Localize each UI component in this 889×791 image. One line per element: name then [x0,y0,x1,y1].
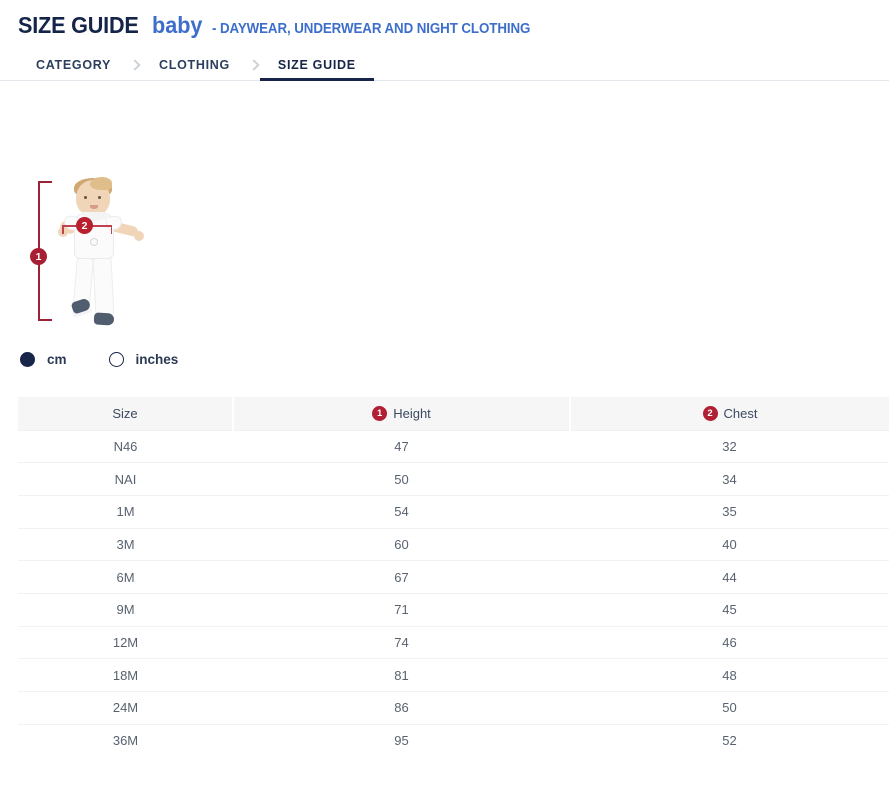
cell-height: 86 [233,692,570,725]
cell-chest: 46 [570,626,889,659]
column-header-chest: 2 Chest [570,397,889,430]
badge-2-icon: 2 [703,406,718,421]
cell-size: NAI [18,463,233,496]
breadcrumb: CATEGORY CLOTHING SIZE GUIDE [0,50,889,81]
measurement-figure-area: 1 2 [0,176,889,346]
cell-height: 74 [233,626,570,659]
cell-chest: 44 [570,561,889,594]
cell-chest: 35 [570,495,889,528]
cell-height: 50 [233,463,570,496]
cell-size: 18M [18,659,233,692]
breadcrumb-item-category[interactable]: CATEGORY [18,50,129,80]
column-header-label: Size [112,406,137,421]
baby-hand-right [134,231,144,241]
cell-size: 12M [18,626,233,659]
table-row: 24M 86 50 [18,692,889,725]
table-row: 1M 54 35 [18,495,889,528]
cell-chest: 40 [570,528,889,561]
chest-measure-tick-left [62,225,64,234]
cell-height: 67 [233,561,570,594]
table-header-row: Size 1 Height 2 Chest [18,397,889,430]
measurement-figure: 1 2 [18,176,178,344]
badge-1-icon: 1 [372,406,387,421]
baby-mouth [90,205,98,209]
baby-eye-right [98,196,101,199]
baby-eye-left [84,196,87,199]
cell-chest: 32 [570,430,889,463]
cell-chest: 50 [570,692,889,725]
size-guide-table: Size 1 Height 2 Chest N46 47 32 [18,397,889,757]
unit-option-inches[interactable]: inches [109,352,179,367]
breadcrumb-item-clothing[interactable]: CLOTHING [141,50,248,80]
page-title-description: - DAYWEAR, UNDERWEAR AND NIGHT CLOTHING [212,22,530,37]
table-row: 12M 74 46 [18,626,889,659]
page-title-brand: baby [152,14,202,37]
unit-option-cm[interactable]: cm [20,352,67,367]
page-title: SIZE GUIDE baby - DAYWEAR, UNDERWEAR AND… [18,14,889,37]
page-title-main: SIZE GUIDE [18,14,139,37]
page-header: SIZE GUIDE baby - DAYWEAR, UNDERWEAR AND… [0,0,889,37]
cell-height: 60 [233,528,570,561]
cell-chest: 45 [570,593,889,626]
baby-hair-highlight [90,177,112,190]
cell-size: 24M [18,692,233,725]
cell-height: 71 [233,593,570,626]
baby-button [90,238,98,246]
cell-height: 54 [233,495,570,528]
column-header-label: Chest [724,406,758,421]
height-measure-tick-bottom [38,319,52,321]
chevron-right-icon [129,50,141,80]
unit-option-label: inches [136,352,179,367]
baby-leg-right [92,256,114,319]
breadcrumb-item-label: SIZE GUIDE [260,58,374,72]
baby-illustration [46,180,146,340]
cell-size: N46 [18,430,233,463]
table-row: 9M 71 45 [18,593,889,626]
cell-height: 47 [233,430,570,463]
breadcrumb-item-size-guide[interactable]: SIZE GUIDE [260,50,374,80]
cell-size: 3M [18,528,233,561]
radio-inches[interactable] [109,352,124,367]
column-header-size: Size [18,397,233,430]
cell-size: 1M [18,495,233,528]
column-header-height: 1 Height [233,397,570,430]
table-row: 18M 81 48 [18,659,889,692]
table-row: 36M 95 52 [18,724,889,757]
column-header-label: Height [393,406,431,421]
cell-chest: 34 [570,463,889,496]
height-measure-tick-top [38,181,52,183]
cell-chest: 52 [570,724,889,757]
table-row: 3M 60 40 [18,528,889,561]
chevron-right-icon [248,50,260,80]
cell-size: 9M [18,593,233,626]
marker-1-height: 1 [30,248,47,265]
table-body: N46 47 32 NAI 50 34 1M 54 35 3M 60 40 6M… [18,430,889,757]
cell-chest: 48 [570,659,889,692]
radio-cm[interactable] [20,352,35,367]
marker-2-chest: 2 [76,217,93,234]
cell-size: 36M [18,724,233,757]
cell-height: 81 [233,659,570,692]
breadcrumb-item-label: CLOTHING [141,58,248,72]
chest-measure-tick-right [111,225,113,234]
table-row: NAI 50 34 [18,463,889,496]
table-row: 6M 67 44 [18,561,889,594]
baby-foot-right [94,312,115,325]
unit-option-label: cm [47,352,67,367]
unit-selector: cm inches [0,352,889,367]
table-row: N46 47 32 [18,430,889,463]
breadcrumb-item-label: CATEGORY [18,58,129,72]
cell-size: 6M [18,561,233,594]
cell-height: 95 [233,724,570,757]
